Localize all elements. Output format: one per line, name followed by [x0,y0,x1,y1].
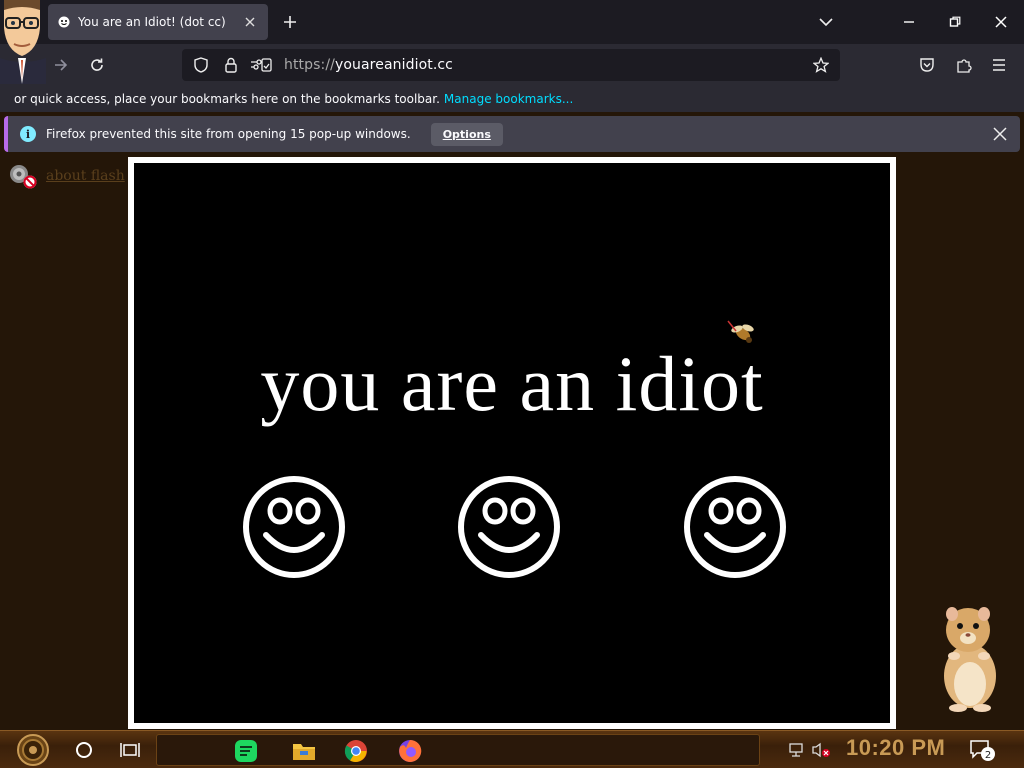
navigation-toolbar: https://youareanidiot.cc [0,44,1024,86]
info-icon: i [20,126,36,142]
pocket-icon[interactable] [914,52,940,78]
chevron-down-icon[interactable] [814,12,838,32]
close-icon[interactable] [978,0,1024,44]
url-bar[interactable]: https://youareanidiot.cc [182,49,840,81]
animated-cursor-icon [727,320,754,343]
lock-icon[interactable] [218,52,244,78]
plus-icon[interactable] [278,10,302,34]
reload-icon[interactable] [84,52,110,78]
minimize-icon[interactable] [886,0,932,44]
close-icon[interactable] [242,14,258,30]
popup-blocked-notification: i Firefox prevented this site from openi… [4,116,1020,152]
notification-icon[interactable]: 2 [968,737,998,763]
spotify-icon[interactable] [233,738,259,764]
flash-notice: about flash [8,162,125,190]
permissions-icon[interactable] [248,52,274,78]
title-bar: You are an Idiot! (dot cc) [0,0,1024,44]
clock[interactable]: 10:20 PM [846,735,945,761]
shield-icon[interactable] [188,52,214,78]
tab-title: You are an Idiot! (dot cc) [78,15,226,29]
url-text: https://youareanidiot.cc [284,57,453,73]
firefox-icon[interactable] [397,738,423,764]
manage-bookmarks-link[interactable]: Manage bookmarks... [444,92,573,106]
smiley-face-icon [243,476,345,578]
bookmarks-toolbar: or quick access, place your bookmarks he… [0,86,1024,112]
start-button[interactable] [10,733,56,767]
menu-icon[interactable] [986,52,1012,78]
task-view-icon[interactable] [114,735,146,765]
notification-message: Firefox prevented this site from opening… [46,127,411,141]
pinned-apps [156,734,760,766]
dancing-hamster-image [944,607,996,712]
plugin-blocked-icon[interactable] [8,162,38,190]
network-icon[interactable] [786,739,808,761]
smiley-face-icon [684,476,786,578]
browser-tab[interactable]: You are an Idiot! (dot cc) [48,4,268,40]
chrome-icon[interactable] [343,738,369,764]
smiley-favicon [58,16,70,28]
smiley-face-icon [458,476,560,578]
flash-stage: you are an idiot [128,157,896,729]
options-button[interactable]: Options [430,122,503,146]
web-page: about flash you are an idiot [0,154,1024,730]
about-flash-link[interactable]: about flash [46,168,125,184]
forward-icon[interactable] [48,52,74,78]
cortana-icon[interactable] [68,735,100,765]
notification-count: 2 [985,750,991,761]
star-icon[interactable] [808,52,834,78]
headline: you are an idiot [260,340,764,427]
volume-muted-icon[interactable] [810,739,832,761]
cartoon-avatar [0,0,46,102]
close-icon[interactable] [990,124,1010,144]
extensions-icon[interactable] [951,52,977,78]
taskbar: 10:20 PM 2 [0,730,1024,768]
folder-icon[interactable] [291,738,317,764]
maximize-icon[interactable] [932,0,978,44]
bookmarks-hint: or quick access, place your bookmarks he… [14,92,440,106]
